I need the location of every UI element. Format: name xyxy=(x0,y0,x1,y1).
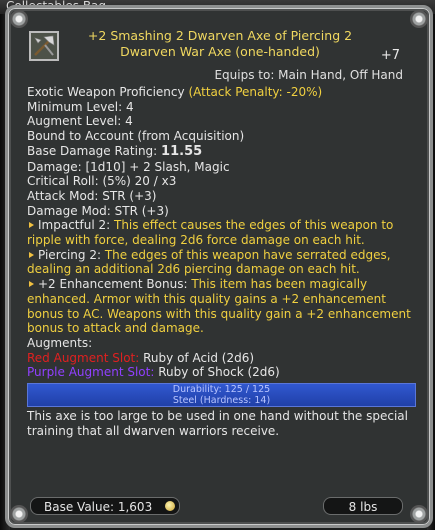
augment-slot-value: Ruby of Shock (2d6) xyxy=(158,365,280,380)
effect-name: Piercing 2: xyxy=(38,247,102,262)
weight-box: 8 lbs xyxy=(323,497,403,515)
augments-heading: Augments: xyxy=(27,335,93,350)
base-damage-label: Base Damage Rating: xyxy=(27,143,158,158)
tooltip-footer: Base Value: 1,603 8 lbs xyxy=(30,497,410,517)
augment-slot-value: Ruby of Acid (2d6) xyxy=(143,350,255,365)
frame-corner-rivet xyxy=(10,10,28,28)
attack-penalty: (Attack Penalty: -20%) xyxy=(188,85,323,99)
durability-value: Durability: 125 / 125 xyxy=(172,384,271,396)
augment-level: Augment Level: 4 xyxy=(27,114,133,129)
bullet-arrow-icon xyxy=(29,251,34,258)
base-value-text: Base Value: 1,603 xyxy=(44,500,153,514)
equip-slots: Equips to: Main Hand, Off Hand xyxy=(214,68,403,82)
coin-icon xyxy=(165,501,175,511)
damage-line: Damage: [1d10] + 2 Slash, Magic xyxy=(27,159,230,174)
item-tooltip: +2 Smashing 2 Dwarven Axe of Piercing 2 … xyxy=(5,5,433,528)
proficiency-line: Exotic Weapon Proficiency (Attack Penalt… xyxy=(27,85,417,100)
attack-mod: Attack Mod: STR (+3) xyxy=(27,188,157,203)
tooltip-header: +2 Smashing 2 Dwarven Axe of Piercing 2 … xyxy=(8,8,430,82)
damage-mod: Damage Mod: STR (+3) xyxy=(27,203,169,218)
frame-corner-rivet xyxy=(410,505,428,523)
augment-slot-label: Purple Augment Slot: xyxy=(27,365,155,380)
item-name: +2 Smashing 2 Dwarven Axe of Piercing 2 … xyxy=(87,28,353,59)
proficiency-text: Exotic Weapon Proficiency xyxy=(27,85,185,99)
bullet-arrow-icon xyxy=(29,281,34,288)
dwarven-axe-icon xyxy=(29,31,59,61)
effect-entry: Piercing 2: The edges of this weapon hav… xyxy=(27,248,417,277)
item-description: This axe is too large to be used in one … xyxy=(27,409,408,438)
durability-material: Steel (Hardness: 14) xyxy=(172,394,271,406)
durability-text-block: Durability: 125 / 125 Steel (Hardness: 1… xyxy=(28,384,415,406)
augment-slot-label: Red Augment Slot: xyxy=(27,350,140,365)
durability-bar: Durability: 125 / 125 Steel (Hardness: 1… xyxy=(27,383,416,408)
frame-corner-rivet xyxy=(410,10,428,28)
augment-slot-purple: Purple Augment Slot: Ruby of Shock (2d6) xyxy=(27,365,417,380)
effect-name: +2 Enhancement Bonus: xyxy=(38,277,188,292)
tooltip-body: Exotic Weapon Proficiency (Attack Penalt… xyxy=(27,85,417,438)
binding-status: Bound to Account (from Acquisition) xyxy=(27,129,245,144)
base-damage-line: Base Damage Rating: 11.55 xyxy=(27,144,417,160)
item-plus-level: +7 xyxy=(380,48,400,63)
effect-entry: Impactful 2: This effect causes the edge… xyxy=(27,218,417,247)
base-damage-value: 11.55 xyxy=(161,143,203,159)
frame-corner-rivet xyxy=(10,505,28,523)
effect-entry: +2 Enhancement Bonus: This item has been… xyxy=(27,277,417,336)
minimum-level: Minimum Level: 4 xyxy=(27,99,134,114)
bullet-arrow-icon xyxy=(29,222,34,229)
augment-slot-red: Red Augment Slot: Ruby of Acid (2d6) xyxy=(27,351,417,366)
base-value-box: Base Value: 1,603 xyxy=(30,497,180,515)
effect-name: Impactful 2: xyxy=(38,218,111,233)
critical-roll: Critical Roll: (5%) 20 / x3 xyxy=(27,174,177,189)
